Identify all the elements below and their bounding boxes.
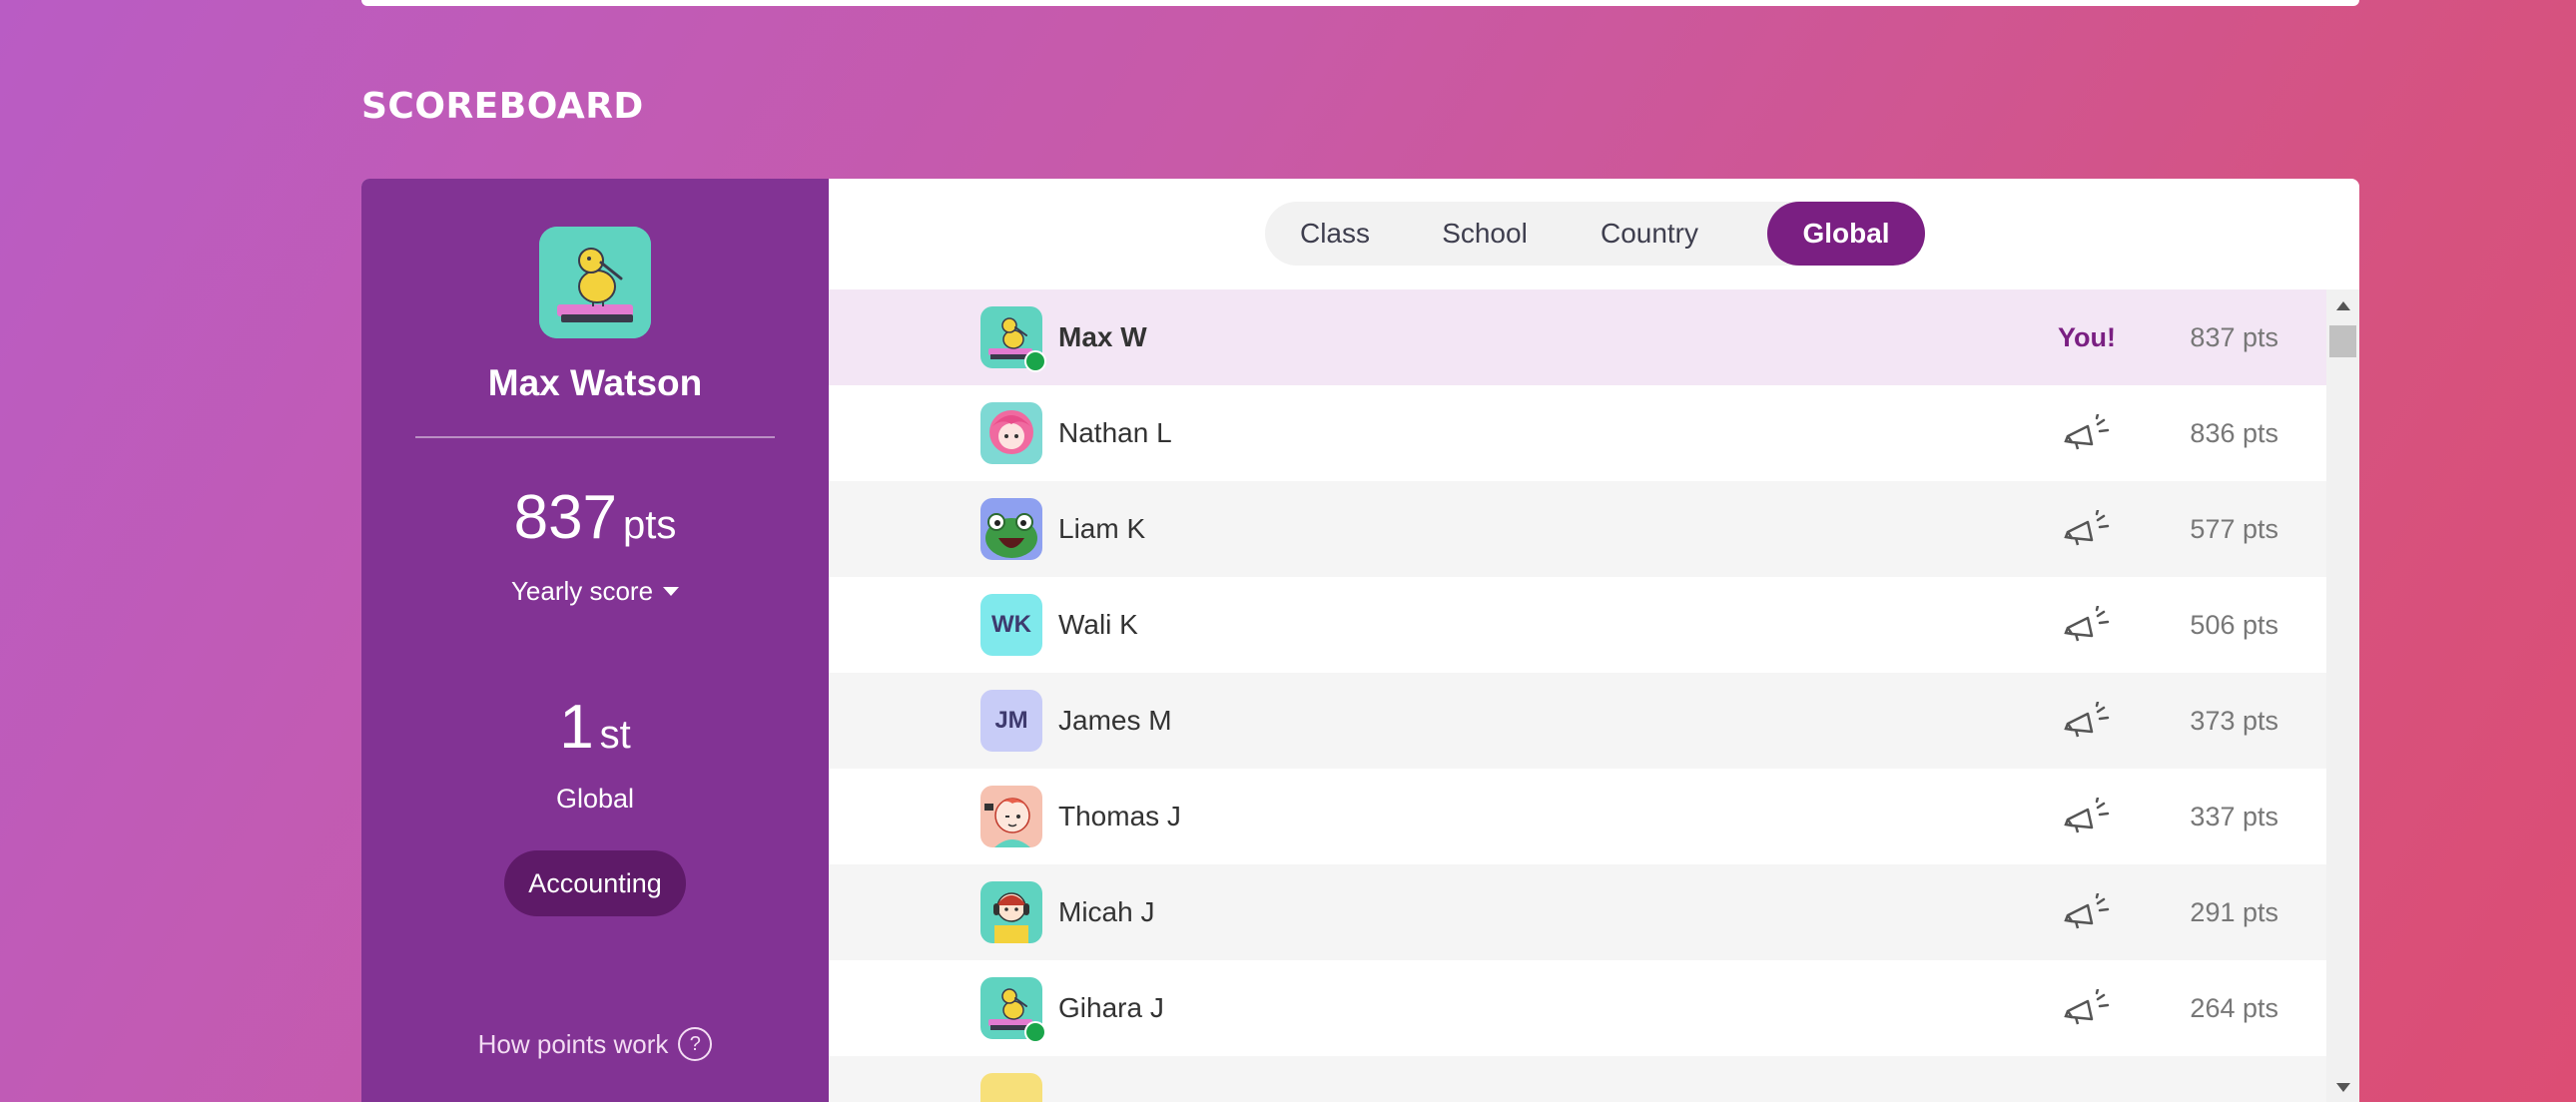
avatar [980,1073,1042,1102]
megaphone-icon[interactable] [2062,606,2112,644]
row-points: 506 pts [2190,610,2278,640]
score-period-label: Yearly score [510,576,654,606]
avatar: JM [980,690,1042,752]
rank-scope: Global [555,784,635,814]
points-display: 837 pts [361,482,829,553]
leaderboard-row[interactable]: 8th Gihara J 264 pts [829,960,2326,1056]
megaphone-icon[interactable] [2062,798,2112,835]
tab-class[interactable]: Class [1265,202,1405,266]
scroll-down-arrow-icon[interactable] [2336,1083,2350,1092]
leaderboard-list: 1st Max W You! 837 pts 2nd [829,289,2326,1102]
scope-tabs: Class School Country Global [1265,202,1925,266]
avatar [980,881,1042,943]
leaderboard-row[interactable]: 4th WK Wali K 506 pts [829,577,2326,673]
row-name: Nathan L [1058,417,1172,448]
leaderboard-row-current-user[interactable]: 1st Max W You! 837 pts [829,289,2326,385]
row-points: 837 pts [2190,322,2278,352]
divider [415,436,775,438]
row-points: 373 pts [2190,706,2278,736]
points-unit: pts [623,503,677,547]
leaderboard-scrollbar[interactable] [2326,289,2359,1102]
row-name: Gihara J [1058,992,1164,1023]
profile-name: Max Watson [487,362,703,403]
caret-down-icon [663,587,680,596]
points-value: 837 [513,483,618,552]
leaderboard-row[interactable]: 7th Micah J 291 pts [829,864,2326,960]
tab-school[interactable]: School [1405,202,1565,266]
row-name: James M [1058,705,1172,736]
section-title: SCOREBOARD [361,86,644,127]
row-points: 291 pts [2190,897,2278,927]
avatar [980,786,1042,847]
rank-display: 1st [361,692,829,763]
avatar [980,498,1042,560]
profile-panel: Max Watson 837 pts Yearly score 1st Globa… [361,179,829,1102]
online-indicator [1024,1021,1046,1043]
megaphone-icon[interactable] [2062,510,2112,548]
tab-global[interactable]: Global [1767,202,1925,266]
megaphone-icon[interactable] [2062,893,2112,931]
group-badge[interactable]: Accounting [504,850,686,916]
online-indicator [1024,350,1046,372]
row-name: Micah J [1058,896,1155,927]
row-name: Liam K [1058,513,1146,544]
megaphone-icon[interactable] [2062,702,2112,740]
row-points: 577 pts [2190,514,2278,544]
rank-number: 1 [559,693,594,762]
leaderboard-row[interactable]: 6th Thomas J 337 pts [829,769,2326,864]
score-period-dropdown[interactable]: Yearly score [361,576,829,607]
rank-suffix: st [599,713,631,757]
how-points-label: How points work [477,1028,669,1059]
leaderboard-row[interactable] [829,1056,2326,1102]
avatar-initials: WK [991,611,1031,638]
leaderboard-row[interactable]: 2nd Nathan L 836 pts [829,385,2326,481]
row-points: 264 pts [2190,993,2278,1023]
avatar-initials: JM [994,707,1028,734]
scroll-up-arrow-icon[interactable] [2336,301,2350,310]
row-points: 337 pts [2190,802,2278,831]
avatar [980,402,1042,464]
avatar: WK [980,594,1042,656]
tab-country[interactable]: Country [1565,202,1734,266]
you-label: You! [2058,322,2116,352]
row-name: Thomas J [1058,801,1181,831]
megaphone-icon[interactable] [2062,989,2112,1027]
row-name: Wali K [1058,609,1138,640]
scrollbar-thumb[interactable] [2329,325,2356,357]
profile-avatar [539,227,651,338]
top-card [361,0,2359,6]
scoreboard: Max Watson 837 pts Yearly score 1st Globa… [361,179,2359,1102]
row-name: Max W [1058,321,1147,352]
question-circle-icon: ? [678,1027,713,1061]
megaphone-icon[interactable] [2062,414,2112,452]
row-points: 836 pts [2190,418,2278,448]
leaderboard-row[interactable]: 3rd Liam K 577 pts [829,481,2326,577]
leaderboard-row[interactable]: 5th JM James M 373 pts [829,673,2326,769]
how-points-work-link[interactable]: How points work ? [361,1027,829,1061]
